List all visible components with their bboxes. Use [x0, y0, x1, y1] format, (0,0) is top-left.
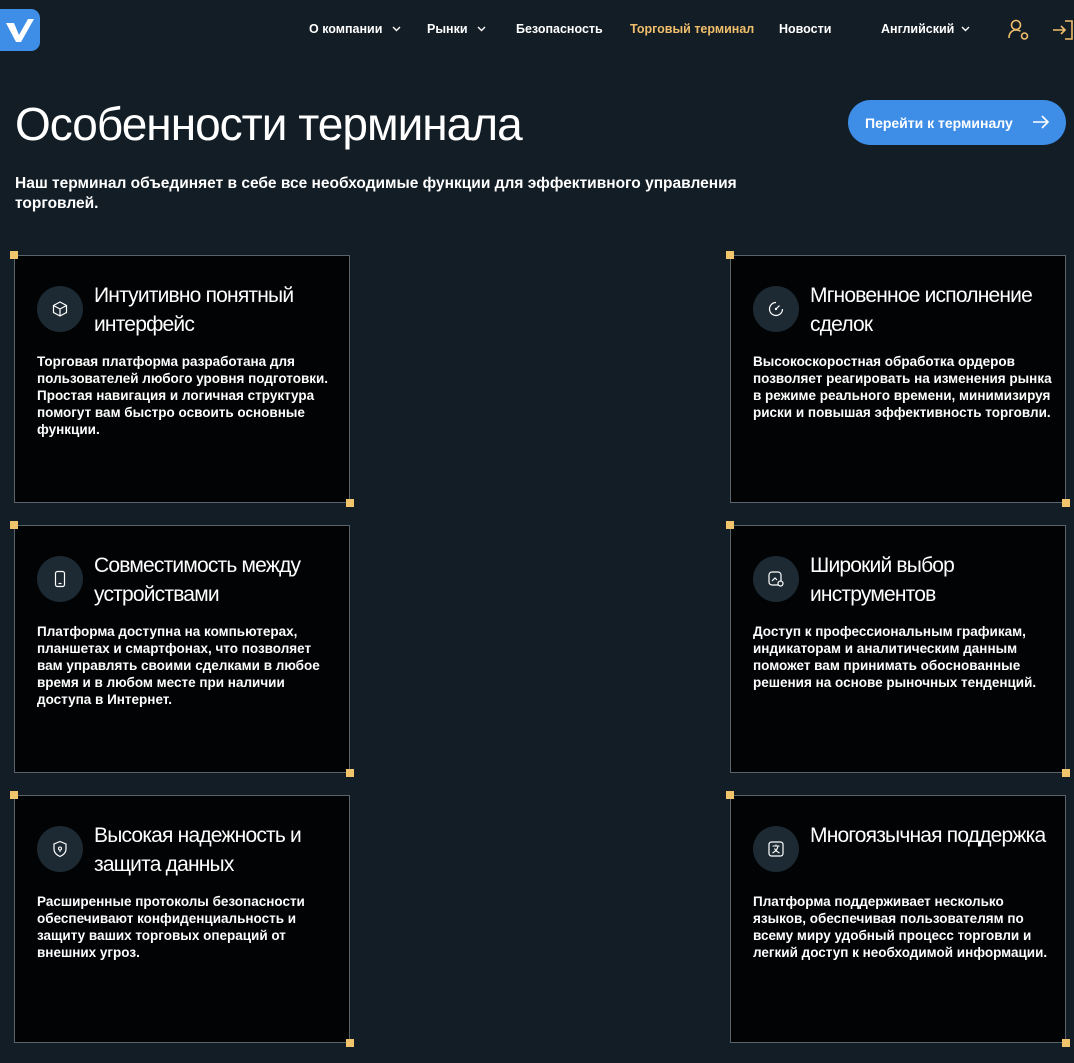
chevron-down-icon	[392, 26, 401, 32]
feature-card-multilingual: Многоязычная поддержка Платформа поддерж…	[726, 791, 1070, 1047]
nav-item-label: Новости	[779, 22, 832, 36]
feature-card-interface: Интуитивно понятный интерфейс Торговая п…	[10, 251, 354, 507]
login-button[interactable]	[1050, 17, 1074, 43]
feature-icon-badge	[753, 286, 799, 332]
selection-handle[interactable]	[726, 791, 734, 799]
nav-item-label: Рынки	[427, 22, 468, 36]
language-selector[interactable]: Английский	[881, 22, 970, 36]
cta-label: Перейти к терминалу	[865, 115, 1013, 131]
feature-card-compatibility: Совместимость между устройствами Платфор…	[10, 521, 354, 777]
feature-icon-badge	[753, 826, 799, 872]
cube-icon	[52, 301, 68, 317]
selection-handle[interactable]	[1062, 499, 1070, 507]
page-title: Особенности терминала	[15, 98, 523, 150]
feature-title: Многоязычная поддержка	[810, 824, 1046, 847]
feature-title: Совместимость между устройствами	[94, 554, 301, 606]
feature-title: Мгновенное исполнение сделок	[810, 284, 1033, 336]
nav-item-label: Безопасность	[516, 22, 603, 36]
feature-icon-badge	[753, 556, 799, 602]
feature-icon-badge	[37, 286, 83, 332]
nav-item-security[interactable]: Безопасность	[516, 22, 603, 36]
chart-tools-icon	[768, 571, 784, 587]
feature-description: Расширенные протоколы безопасности обесп…	[37, 894, 305, 960]
nav-item-label: О компании	[309, 22, 383, 36]
selection-handle[interactable]	[346, 499, 354, 507]
translate-icon	[768, 841, 784, 857]
feature-description: Высокоскоростная обработка ордеров позво…	[753, 354, 1052, 420]
go-to-terminal-button[interactable]: Перейти к терминалу	[848, 100, 1066, 145]
top-navigation: О компании Рынки Безопасность Торговый т…	[0, 0, 1074, 60]
arrow-right-icon	[1033, 115, 1050, 129]
speed-gauge-icon	[768, 301, 784, 317]
feature-title: Широкий выбор инструментов	[810, 554, 955, 606]
selection-handle[interactable]	[10, 791, 18, 799]
chevron-down-icon	[961, 26, 970, 32]
nav-item-label: Торговый терминал	[630, 22, 755, 36]
selection-handle[interactable]	[346, 1039, 354, 1047]
feature-description: Платформа доступна на компьютерах, планш…	[37, 624, 320, 707]
shield-icon	[53, 840, 67, 858]
nav-item-trading-terminal[interactable]: Торговый терминал	[630, 22, 754, 36]
mobile-device-icon	[54, 570, 66, 588]
selection-handle[interactable]	[346, 769, 354, 777]
feature-description: Доступ к профессиональным графикам, инди…	[753, 624, 1037, 690]
nav-item-news[interactable]: Новости	[779, 22, 831, 36]
feature-card-tools: Широкий выбор инструментов Доступ к проф…	[726, 521, 1070, 777]
selection-handle[interactable]	[726, 251, 734, 259]
selection-handle[interactable]	[10, 251, 18, 259]
feature-title: Высокая надежность и защита данных	[94, 824, 302, 876]
selection-handle[interactable]	[1062, 769, 1070, 777]
feature-card-execution: Мгновенное исполнение сделок Высокоскоро…	[726, 251, 1070, 507]
feature-icon-badge	[37, 826, 83, 872]
user-settings-button[interactable]	[1006, 17, 1032, 43]
language-label: Английский	[881, 22, 955, 36]
page-subtitle: Наш терминал объединяет в себе все необх…	[15, 175, 737, 212]
feature-title: Интуитивно понятный интерфейс	[94, 284, 294, 336]
feature-card-security: Высокая надежность и защита данных Расши…	[10, 791, 354, 1047]
selection-handle[interactable]	[10, 521, 18, 529]
user-settings-icon	[1008, 19, 1029, 40]
selection-handle[interactable]	[1062, 1039, 1070, 1047]
feature-description: Платформа поддерживает несколько языков,…	[753, 894, 1048, 960]
feature-description: Торговая платформа разработана для польз…	[37, 354, 329, 437]
feature-icon-badge	[37, 556, 83, 602]
login-arrow-icon	[1053, 20, 1073, 40]
nav-item-about[interactable]: О компании	[309, 22, 401, 36]
nav-item-markets[interactable]: Рынки	[427, 22, 486, 36]
selection-handle[interactable]	[726, 521, 734, 529]
chevron-down-icon	[477, 26, 486, 32]
